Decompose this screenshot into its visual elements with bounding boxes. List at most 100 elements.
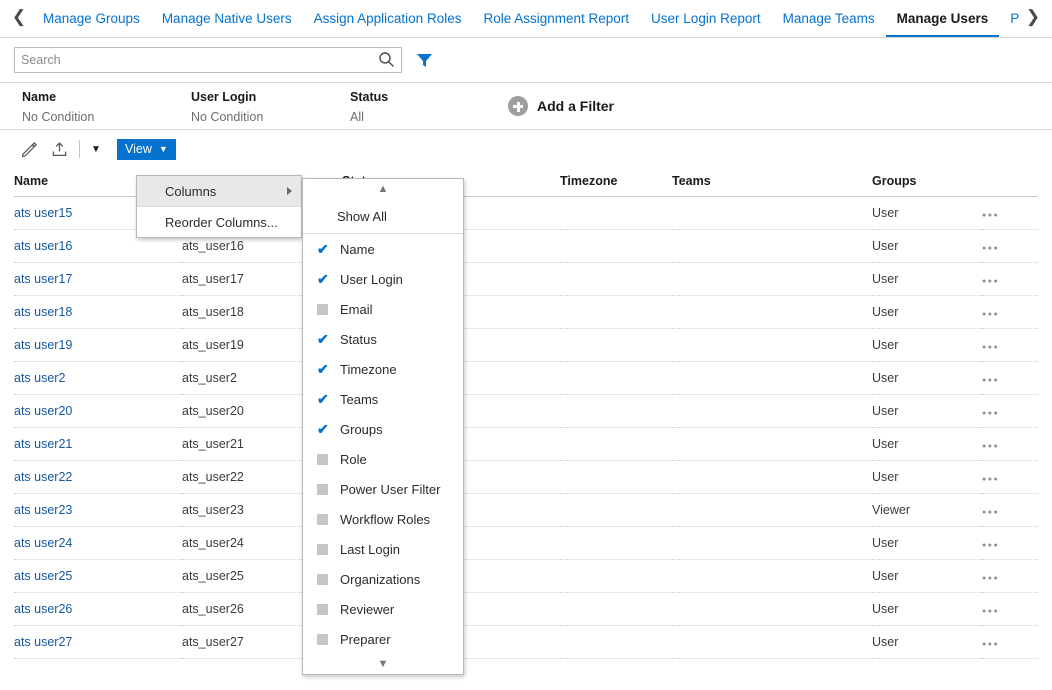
- search-input[interactable]: [15, 48, 367, 72]
- cell-actions[interactable]: ●●●: [982, 428, 1038, 461]
- cell-name[interactable]: ats user18: [14, 296, 182, 329]
- user-name-link[interactable]: ats user25: [14, 569, 72, 583]
- table-row[interactable]: ats user21ats_user21AvailableUser●●●: [14, 428, 1038, 461]
- toolbar-more-caret-icon[interactable]: ▼: [85, 137, 107, 161]
- column-toggle-preparer[interactable]: Preparer: [303, 624, 463, 654]
- ellipsis-icon[interactable]: ●●●: [982, 608, 999, 615]
- column-toggle-status[interactable]: ✔Status: [303, 324, 463, 354]
- table-row[interactable]: ats user18ats_user18AvailableUser●●●: [14, 296, 1038, 329]
- table-row[interactable]: ats user20ats_user20AvailableUser●●●: [14, 395, 1038, 428]
- filter-chip-user-login[interactable]: User Login No Condition: [191, 89, 263, 126]
- menu-item-show-all[interactable]: Show All: [303, 199, 463, 233]
- table-row[interactable]: ats user19ats_user19AvailableUser●●●: [14, 329, 1038, 362]
- chevron-up-icon[interactable]: ▲: [303, 179, 463, 199]
- cell-actions[interactable]: ●●●: [982, 494, 1038, 527]
- cell-actions[interactable]: ●●●: [982, 626, 1038, 659]
- chevron-down-icon[interactable]: ▼: [303, 654, 463, 674]
- cell-actions[interactable]: ●●●: [982, 197, 1038, 230]
- user-name-link[interactable]: ats user21: [14, 437, 72, 451]
- column-toggle-last-login[interactable]: Last Login: [303, 534, 463, 564]
- user-name-link[interactable]: ats user2: [14, 371, 65, 385]
- cell-name[interactable]: ats user22: [14, 461, 182, 494]
- tab-manage-teams[interactable]: Manage Teams: [772, 5, 886, 37]
- chevron-left-icon[interactable]: ❮: [6, 1, 32, 37]
- cell-actions[interactable]: ●●●: [982, 395, 1038, 428]
- table-row[interactable]: ats user26ats_user26AvailableUser●●●: [14, 593, 1038, 626]
- cell-name[interactable]: ats user21: [14, 428, 182, 461]
- cell-actions[interactable]: ●●●: [982, 593, 1038, 626]
- cell-name[interactable]: ats user23: [14, 494, 182, 527]
- column-toggle-email[interactable]: Email: [303, 294, 463, 324]
- cell-actions[interactable]: ●●●: [982, 230, 1038, 263]
- column-header-groups[interactable]: Groups: [872, 168, 982, 197]
- menu-item-columns[interactable]: Columns: [137, 176, 301, 206]
- cell-actions[interactable]: ●●●: [982, 329, 1038, 362]
- user-name-link[interactable]: ats user16: [14, 239, 72, 253]
- cell-name[interactable]: ats user25: [14, 560, 182, 593]
- table-row[interactable]: ats user27ats_user27AvailableUser●●●: [14, 626, 1038, 659]
- tab-role-assignment-report[interactable]: Role Assignment Report: [472, 5, 640, 37]
- user-name-link[interactable]: ats user19: [14, 338, 72, 352]
- upload-icon[interactable]: [44, 136, 74, 162]
- ellipsis-icon[interactable]: ●●●: [982, 278, 999, 285]
- ellipsis-icon[interactable]: ●●●: [982, 245, 999, 252]
- user-name-link[interactable]: ats user26: [14, 602, 72, 616]
- user-name-link[interactable]: ats user20: [14, 404, 72, 418]
- ellipsis-icon[interactable]: ●●●: [982, 377, 999, 384]
- table-row[interactable]: ats user25ats_user25AvailableUser●●●: [14, 560, 1038, 593]
- user-name-link[interactable]: ats user23: [14, 503, 72, 517]
- ellipsis-icon[interactable]: ●●●: [982, 542, 999, 549]
- column-toggle-groups[interactable]: ✔Groups: [303, 414, 463, 444]
- user-name-link[interactable]: ats user27: [14, 635, 72, 649]
- column-toggle-role[interactable]: Role: [303, 444, 463, 474]
- user-name-link[interactable]: ats user18: [14, 305, 72, 319]
- pencil-icon[interactable]: [14, 136, 44, 162]
- cell-name[interactable]: ats user17: [14, 263, 182, 296]
- filter-chip-status[interactable]: Status All: [350, 89, 388, 126]
- tab-manage-users[interactable]: Manage Users: [886, 5, 1000, 37]
- add-filter-button[interactable]: Add a Filter: [508, 96, 614, 116]
- table-row[interactable]: ats user17ats_user17AvailableUser●●●: [14, 263, 1038, 296]
- ellipsis-icon[interactable]: ●●●: [982, 344, 999, 351]
- user-name-link[interactable]: ats user24: [14, 536, 72, 550]
- column-toggle-user-login[interactable]: ✔User Login: [303, 264, 463, 294]
- cell-actions[interactable]: ●●●: [982, 263, 1038, 296]
- cell-actions[interactable]: ●●●: [982, 461, 1038, 494]
- user-name-link[interactable]: ats user15: [14, 206, 72, 220]
- cell-actions[interactable]: ●●●: [982, 296, 1038, 329]
- funnel-icon[interactable]: [416, 52, 433, 69]
- column-toggle-workflow-roles[interactable]: Workflow Roles: [303, 504, 463, 534]
- table-row[interactable]: ats user24ats_user24AvailableUser●●●: [14, 527, 1038, 560]
- table-row[interactable]: ats user2ats_user2AvailableUser●●●: [14, 362, 1038, 395]
- column-toggle-teams[interactable]: ✔Teams: [303, 384, 463, 414]
- tab-manage-native-users[interactable]: Manage Native Users: [151, 5, 303, 37]
- cell-actions[interactable]: ●●●: [982, 362, 1038, 395]
- cell-name[interactable]: ats user20: [14, 395, 182, 428]
- cell-actions[interactable]: ●●●: [982, 560, 1038, 593]
- column-header-teams[interactable]: Teams: [672, 168, 872, 197]
- cell-name[interactable]: ats user2: [14, 362, 182, 395]
- view-button[interactable]: View ▼: [117, 139, 176, 160]
- column-toggle-timezone[interactable]: ✔Timezone: [303, 354, 463, 384]
- cell-name[interactable]: ats user27: [14, 626, 182, 659]
- ellipsis-icon[interactable]: ●●●: [982, 575, 999, 582]
- tab-user-login-report[interactable]: User Login Report: [640, 5, 772, 37]
- user-name-link[interactable]: ats user17: [14, 272, 72, 286]
- cell-actions[interactable]: ●●●: [982, 527, 1038, 560]
- column-toggle-power-user-filter[interactable]: Power User Filter: [303, 474, 463, 504]
- column-toggle-organizations[interactable]: Organizations: [303, 564, 463, 594]
- ellipsis-icon[interactable]: ●●●: [982, 410, 999, 417]
- cell-name[interactable]: ats user26: [14, 593, 182, 626]
- ellipsis-icon[interactable]: ●●●: [982, 641, 999, 648]
- tab-power-user-security[interactable]: Power User Security: [999, 5, 1020, 37]
- menu-item-reorder-columns[interactable]: Reorder Columns...: [137, 207, 301, 237]
- column-header-timezone[interactable]: Timezone: [560, 168, 672, 197]
- column-toggle-reviewer[interactable]: Reviewer: [303, 594, 463, 624]
- tab-assign-application-roles[interactable]: Assign Application Roles: [303, 5, 473, 37]
- search-box[interactable]: [14, 47, 402, 73]
- tab-manage-groups[interactable]: Manage Groups: [32, 5, 151, 37]
- chevron-right-icon[interactable]: ❯: [1020, 1, 1046, 37]
- ellipsis-icon[interactable]: ●●●: [982, 212, 999, 219]
- filter-chip-name[interactable]: Name No Condition: [22, 89, 94, 126]
- user-name-link[interactable]: ats user22: [14, 470, 72, 484]
